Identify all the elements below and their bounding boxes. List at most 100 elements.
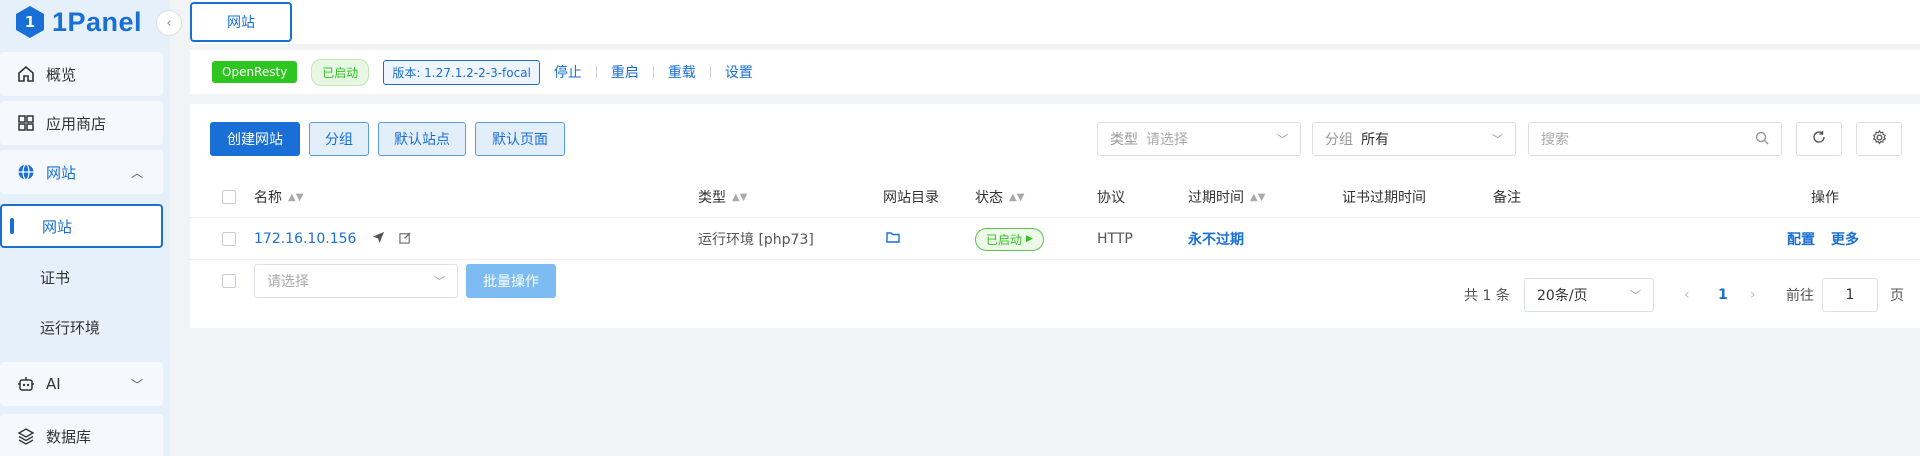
column-dir-header: 网站目录 xyxy=(883,176,939,218)
sort-icon: ▲▼ xyxy=(1009,191,1025,203)
server-status-bar: OpenResty 已启动 版本: 1.27.1.2-2-3-focal 停止 … xyxy=(190,50,1920,94)
sidebar-subitem-label: 证书 xyxy=(40,268,71,287)
chevron-down-icon: ﹀ xyxy=(434,275,445,288)
edit-icon[interactable] xyxy=(399,231,412,248)
column-status-header[interactable]: 状态 ▲▼ xyxy=(975,176,1024,218)
refresh-button[interactable] xyxy=(1796,122,1842,156)
sidebar-item-label: 应用商店 xyxy=(46,114,107,133)
sidebar-subitem-runtime[interactable]: 运行环境 xyxy=(0,305,163,349)
prev-page-button[interactable]: ‹ xyxy=(1684,278,1690,312)
sidebar-subitem-label: 运行环境 xyxy=(40,318,101,337)
batch-operation-button[interactable]: 批量操作 xyxy=(466,264,556,298)
collapse-sidebar-button[interactable]: ‹ xyxy=(156,10,182,36)
reload-button[interactable]: 重载 xyxy=(668,62,696,82)
open-directory-button[interactable] xyxy=(886,218,900,260)
search-input[interactable]: 搜索 xyxy=(1528,122,1782,156)
running-status-badge: 已启动 xyxy=(311,58,370,86)
goto-page-input[interactable]: 1 xyxy=(1822,278,1878,312)
default-site-button[interactable]: 默认站点 xyxy=(378,122,466,156)
tab-bar: 网站 xyxy=(190,0,1920,44)
website-expire[interactable]: 永不过期 xyxy=(1188,218,1244,260)
sort-icon: ▲▼ xyxy=(288,191,304,203)
column-protocol-label: 协议 xyxy=(1097,190,1125,206)
sidebar-item-overview[interactable]: 概览 xyxy=(0,52,163,96)
page-size-value: 20条/页 xyxy=(1537,288,1588,304)
chevron-down-icon: ﹀ xyxy=(1630,289,1641,302)
more-button[interactable]: 更多 xyxy=(1831,229,1859,249)
send-icon[interactable] xyxy=(372,231,385,248)
logo-icon: 1 xyxy=(16,6,44,38)
group-filter-value: 所有 xyxy=(1361,132,1389,148)
total-count: 共 1 条 xyxy=(1464,288,1510,304)
row-checkbox[interactable] xyxy=(222,232,236,246)
sort-icon: ▲▼ xyxy=(1250,191,1266,203)
folder-icon xyxy=(886,231,900,247)
batch-action-select[interactable]: 请选择 ﹀ xyxy=(254,264,458,298)
restart-button[interactable]: 重启 xyxy=(611,62,639,82)
sidebar-item-app-store[interactable]: 应用商店 xyxy=(0,101,163,145)
server-name-badge: OpenResty xyxy=(212,61,298,83)
version-badge: 版本: 1.27.1.2-2-3-focal xyxy=(383,59,540,85)
table-settings-button[interactable] xyxy=(1856,122,1902,156)
column-dir-label: 网站目录 xyxy=(883,190,939,206)
sidebar-item-label: 数据库 xyxy=(46,427,92,446)
chevron-up-icon: ︿ xyxy=(130,165,143,180)
type-filter-select[interactable]: 类型 请选择 ﹀ xyxy=(1097,122,1301,156)
sidebar-item-label: 网站 xyxy=(46,163,77,182)
column-expire-label: 过期时间 xyxy=(1188,190,1244,206)
column-cert-expire-header: 证书过期时间 xyxy=(1342,176,1426,218)
gear-icon xyxy=(1872,129,1887,149)
sidebar-item-database[interactable]: 数据库 xyxy=(0,414,163,456)
tab-websites[interactable]: 网站 xyxy=(190,2,292,42)
chevron-down-icon: ﹀ xyxy=(130,377,143,392)
column-type-header[interactable]: 类型 ▲▼ xyxy=(698,176,747,218)
create-website-button[interactable]: 创建网站 xyxy=(210,122,300,156)
select-all-checkbox[interactable] xyxy=(222,190,236,204)
column-protocol-header: 协议 xyxy=(1097,176,1125,218)
page-number-current[interactable]: 1 xyxy=(1718,278,1728,312)
column-name-header[interactable]: 名称 ▲▼ xyxy=(254,176,303,218)
column-type-label: 类型 xyxy=(698,190,726,206)
table-row: 172.16.10.156 运行环境 [php73] 已启动 ▶ HTTP 永不… xyxy=(190,218,1920,260)
settings-button[interactable]: 设置 xyxy=(725,62,753,82)
sidebar-item-websites[interactable]: 网站 ︿ xyxy=(0,150,163,194)
config-button[interactable]: 配置 xyxy=(1787,229,1815,249)
refresh-icon xyxy=(1812,130,1826,148)
column-ops-header: 操作 xyxy=(1811,176,1839,218)
column-expire-header[interactable]: 过期时间 ▲▼ xyxy=(1188,176,1265,218)
default-page-button[interactable]: 默认页面 xyxy=(475,122,565,156)
website-name-link[interactable]: 172.16.10.156 xyxy=(254,231,356,247)
group-button[interactable]: 分组 xyxy=(309,122,369,156)
sidebar-item-ai[interactable]: AI ﹀ xyxy=(0,362,163,406)
column-ops-label: 操作 xyxy=(1811,190,1839,206)
sidebar-item-label: AI xyxy=(46,375,61,393)
footer-checkbox[interactable] xyxy=(222,274,236,288)
robot-icon xyxy=(16,374,36,394)
goto-page-value: 1 xyxy=(1845,287,1855,303)
sidebar-item-label: 概览 xyxy=(46,65,77,84)
divider xyxy=(652,66,654,78)
next-page-button[interactable]: › xyxy=(1750,278,1756,312)
website-protocol: HTTP xyxy=(1097,231,1133,247)
group-filter-select[interactable]: 分组 所有 ﹀ xyxy=(1312,122,1516,156)
column-cert-expire-label: 证书过期时间 xyxy=(1342,190,1426,206)
page-size-select[interactable]: 20条/页 ﹀ xyxy=(1524,278,1654,312)
column-remark-header: 备注 xyxy=(1493,176,1521,218)
play-icon: ▶ xyxy=(1026,234,1033,244)
globe-icon xyxy=(16,162,36,182)
website-status-toggle[interactable]: 已启动 ▶ xyxy=(975,227,1044,251)
search-icon xyxy=(1755,131,1769,148)
grid-icon xyxy=(16,113,36,133)
chevron-left-icon: ‹ xyxy=(166,15,172,31)
chevron-down-icon: ﹀ xyxy=(1277,133,1288,146)
column-remark-label: 备注 xyxy=(1493,190,1521,206)
sidebar-subitem-websites[interactable]: 网站 xyxy=(0,204,163,248)
divider xyxy=(709,66,711,78)
layers-icon xyxy=(16,426,36,446)
sidebar-subitem-label: 网站 xyxy=(42,217,73,236)
column-status-label: 状态 xyxy=(975,190,1003,206)
logo[interactable]: 1 1Panel xyxy=(16,4,142,40)
sidebar-subitem-certificates[interactable]: 证书 xyxy=(0,255,163,299)
page-unit-label: 页 xyxy=(1890,288,1904,304)
stop-button[interactable]: 停止 xyxy=(554,62,582,82)
